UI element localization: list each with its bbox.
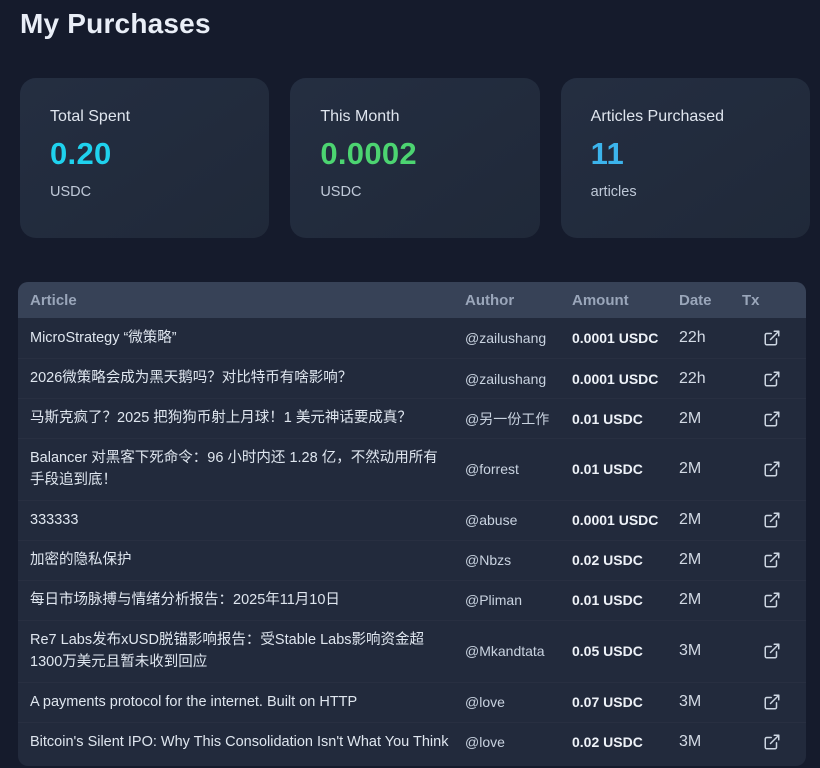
tx-cell [742,327,802,349]
article-author: @abuse [465,512,572,528]
article-author: @zailushang [465,330,572,346]
stat-label: This Month [320,108,509,126]
col-header-article: Article [30,292,465,309]
tx-cell [742,691,802,713]
table-row: 2026微策略会成为黑天鹅吗？对比特币有啥影响？@zailushang0.000… [18,358,806,398]
purchase-amount: 0.07 USDC [572,694,679,710]
purchase-date: 22h [679,329,742,347]
purchases-table: Article Author Amount Date Tx MicroStrat… [18,282,806,766]
article-author: @另一份工作 [465,409,572,429]
tx-cell [742,368,802,390]
purchase-date: 3M [679,642,742,660]
purchase-date: 2M [679,551,742,569]
table-row: Bitcoin's Silent IPO: Why This Consolida… [18,722,806,762]
external-link-icon[interactable] [761,589,783,611]
stat-label: Total Spent [50,108,239,126]
tx-cell [742,509,802,531]
table-row: A payments protocol for the internet. Bu… [18,682,806,722]
table-row: Re7 Labs发布xUSD脱锚影响报告：受Stable Labs影响资金超13… [18,620,806,682]
purchase-date: 2M [679,591,742,609]
external-link-icon[interactable] [761,368,783,390]
article-title: Balancer 对黑客下死命令：96 小时内还 1.28 亿，不然动用所有手段… [30,447,465,492]
article-title: Re7 Labs发布xUSD脱锚影响报告：受Stable Labs影响资金超13… [30,629,465,674]
stat-value: 11 [591,136,780,172]
stat-value: 0.20 [50,136,239,172]
article-title: Bitcoin's Silent IPO: Why This Consolida… [30,731,465,753]
col-header-author: Author [465,292,572,309]
article-author: @forrest [465,461,572,477]
purchase-date: 3M [679,693,742,711]
external-link-icon[interactable] [761,691,783,713]
stat-card-this-month: This Month 0.0002 USDC [290,78,539,238]
article-author: @Pliman [465,592,572,608]
article-author: @zailushang [465,371,572,387]
stat-value: 0.0002 [320,136,509,172]
stats-row: Total Spent 0.20 USDC This Month 0.0002 … [20,78,810,238]
col-header-amount: Amount [572,292,679,309]
purchase-amount: 0.0001 USDC [572,371,679,387]
article-author: @Mkandtata [465,643,572,659]
tx-cell [742,731,802,753]
article-author: @love [465,694,572,710]
tx-cell [742,549,802,571]
stat-card-articles-purchased: Articles Purchased 11 articles [561,78,810,238]
table-row: MicroStrategy “微策略”@zailushang0.0001 USD… [18,318,806,358]
purchase-amount: 0.0001 USDC [572,512,679,528]
article-title: 2026微策略会成为黑天鹅吗？对比特币有啥影响？ [30,367,465,389]
external-link-icon[interactable] [761,640,783,662]
purchase-date: 3M [679,733,742,751]
stat-unit: USDC [50,184,239,200]
table-row: Balancer 对黑客下死命令：96 小时内还 1.28 亿，不然动用所有手段… [18,438,806,500]
article-title: 每日市场脉搏与情绪分析报告：2025年11月10日 [30,589,465,611]
article-title: 333333 [30,509,465,531]
table-row: 每日市场脉搏与情绪分析报告：2025年11月10日@Pliman0.01 USD… [18,580,806,620]
col-header-date: Date [679,292,742,309]
stat-label: Articles Purchased [591,108,780,126]
table-body: MicroStrategy “微策略”@zailushang0.0001 USD… [18,318,806,766]
purchase-amount: 0.0001 USDC [572,330,679,346]
tx-cell [742,408,802,430]
purchase-date: 2M [679,511,742,529]
page-title: My Purchases [20,8,211,40]
purchase-amount: 0.02 USDC [572,552,679,568]
article-author: @love [465,734,572,750]
tx-cell [742,589,802,611]
external-link-icon[interactable] [761,731,783,753]
tx-cell [742,640,802,662]
purchase-amount: 0.01 USDC [572,461,679,477]
col-header-tx: Tx [742,292,802,309]
purchase-amount: 0.01 USDC [572,592,679,608]
external-link-icon[interactable] [761,458,783,480]
article-author: @Nbzs [465,552,572,568]
purchases-page: My Purchases Total Spent 0.20 USDC This … [0,0,820,768]
external-link-icon[interactable] [761,549,783,571]
table-row: 333333@abuse0.0001 USDC2M [18,500,806,540]
purchase-amount: 0.05 USDC [572,643,679,659]
purchase-amount: 0.02 USDC [572,734,679,750]
article-title: 加密的隐私保护 [30,549,465,571]
stat-unit: articles [591,184,780,200]
purchase-date: 2M [679,460,742,478]
purchase-date: 22h [679,370,742,388]
external-link-icon[interactable] [761,509,783,531]
purchase-date: 2M [679,410,742,428]
article-title: MicroStrategy “微策略” [30,327,465,349]
stat-card-total-spent: Total Spent 0.20 USDC [20,78,269,238]
table-row: 加密的隐私保护@Nbzs0.02 USDC2M [18,540,806,580]
article-title: 马斯克疯了？2025 把狗狗币射上月球！1 美元神话要成真？ [30,407,465,429]
table-row: 马斯克疯了？2025 把狗狗币射上月球！1 美元神话要成真？@另一份工作0.01… [18,398,806,438]
table-header-row: Article Author Amount Date Tx [18,282,806,318]
tx-cell [742,458,802,480]
stat-unit: USDC [320,184,509,200]
external-link-icon[interactable] [761,408,783,430]
article-title: A payments protocol for the internet. Bu… [30,691,465,713]
purchase-amount: 0.01 USDC [572,411,679,427]
external-link-icon[interactable] [761,327,783,349]
